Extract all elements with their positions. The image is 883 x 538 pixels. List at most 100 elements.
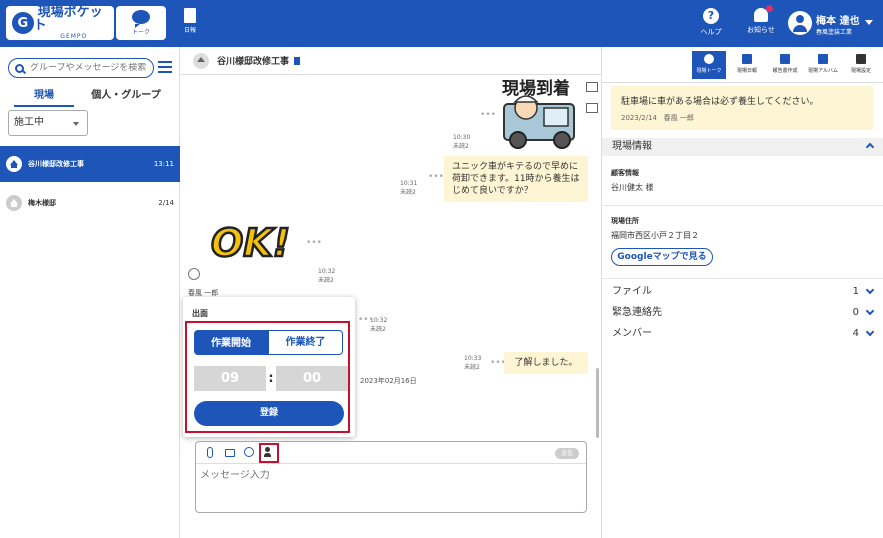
message-meta: 10:32 未読2 (318, 268, 336, 284)
work-start-button[interactable]: 作業開始 (194, 330, 268, 355)
tab-settings[interactable]: 現場設定 (844, 51, 878, 74)
avatar[interactable] (188, 268, 200, 280)
message-menu-icon[interactable]: ••• (428, 172, 444, 182)
date-divider: 2023年02月16日 (360, 377, 417, 385)
message-bubble: 了解しました。 (504, 352, 588, 374)
divider (601, 205, 883, 206)
chat-bubble-icon (132, 10, 150, 28)
user-menu-caret-icon[interactable] (865, 20, 873, 25)
popup-title: 出面 (192, 309, 208, 318)
search-input[interactable] (30, 63, 150, 73)
send-button[interactable]: 送信 (555, 448, 579, 459)
site-info-title: 現場情報 (612, 141, 652, 152)
help-label: ヘルプ (700, 28, 722, 36)
image-icon[interactable] (586, 82, 598, 92)
emoji-icon[interactable] (244, 447, 254, 457)
tab-report-create[interactable]: 報告書作成 (768, 51, 802, 74)
files-row[interactable]: ファイル 1 (601, 282, 883, 302)
list-item-name: 梅木様邸 (28, 199, 56, 207)
message-menu-icon[interactable]: ••• (306, 238, 322, 248)
notification-button[interactable]: お知らせ (744, 5, 778, 35)
message-menu-icon[interactable]: ••• (358, 315, 374, 325)
tab-album[interactable]: 現場アルバム (806, 51, 840, 74)
chat-header: 谷川様邸改修工事 (181, 47, 601, 75)
chevron-down-icon (73, 122, 79, 126)
chat-title: 谷川様邸改修工事 (217, 57, 290, 67)
menu-icon[interactable] (158, 61, 172, 76)
customer-info: 顧客情報 谷川健太 様 (611, 168, 654, 193)
chevron-down-icon (865, 306, 875, 316)
house-icon (6, 195, 22, 211)
chat-bubble-icon (704, 54, 714, 64)
site-address: 現場住所 福岡市西区小戸２丁目２ (611, 216, 699, 241)
minute-input[interactable]: 00 (276, 366, 348, 391)
status-filter-select[interactable]: 施工中 (8, 110, 88, 136)
google-map-button[interactable]: Googleマップで見る (611, 248, 713, 266)
nav-nippo-label: 日報 (183, 27, 196, 34)
daily-report-icon (742, 54, 752, 64)
attachment-icon[interactable] (207, 447, 213, 458)
site-info-header[interactable]: 現場情報 (601, 138, 883, 156)
scrollbar[interactable] (596, 368, 599, 438)
row-count: 1 (852, 286, 859, 297)
app-logo[interactable]: G 現場ポケット GEMPO (6, 6, 114, 40)
register-button[interactable]: 登録 (194, 401, 344, 426)
house-icon (193, 52, 209, 69)
logo-text: 現場ポケット (33, 5, 103, 33)
report-icon (780, 54, 790, 64)
pinned-notice[interactable]: 駐車場に車がある場合は必ず養生してください。 2023/2/14 春風 一郎 (611, 86, 873, 130)
row-label: 緊急連絡先 (612, 307, 662, 318)
list-item[interactable]: 谷川様邸改修工事 13:11 (0, 146, 180, 182)
nav-talk-tab[interactable]: トーク (116, 6, 166, 40)
notification-badge (766, 5, 773, 12)
tab-genba-nippo[interactable]: 現場日報 (730, 51, 764, 74)
user-name[interactable]: 梅本 達也 (816, 12, 859, 27)
composer-toolbar (196, 442, 586, 464)
daily-report-icon (184, 8, 196, 23)
tab-genba[interactable]: 現場 (14, 86, 74, 107)
emergency-contact-row[interactable]: 緊急連絡先 0 (601, 303, 883, 323)
image-icon[interactable] (225, 449, 235, 457)
house-icon (6, 156, 22, 172)
message-input[interactable] (200, 470, 570, 481)
user-avatar[interactable] (788, 11, 812, 35)
customer-value: 谷川健太 様 (611, 183, 654, 192)
address-label: 現場住所 (611, 217, 639, 225)
image-icon[interactable] (586, 103, 598, 113)
status-filter-value: 施工中 (14, 117, 44, 128)
list-item-time: 2/14 (158, 199, 174, 207)
logo-g-icon: G (12, 12, 34, 34)
time-colon: : (268, 371, 274, 386)
user-company: 春風塗装工業 (816, 29, 853, 36)
list-item[interactable]: 梅木様邸 2/14 (0, 188, 180, 218)
row-count: 4 (852, 328, 859, 339)
tab-genba-talk[interactable]: 現場トーク (692, 51, 726, 79)
search-box[interactable] (8, 58, 154, 78)
list-item-time: 13:11 (153, 160, 174, 168)
ok-stamp: OK! (210, 220, 292, 262)
nav-talk-label: トーク (131, 29, 150, 36)
document-icon[interactable] (294, 56, 301, 65)
hour-input[interactable]: 09 (194, 366, 266, 391)
work-end-button[interactable]: 作業終了 (268, 330, 343, 355)
customer-label: 顧客情報 (611, 169, 639, 177)
row-count: 0 (852, 307, 859, 318)
highlight-frame (259, 443, 279, 463)
right-panel-tabs: 現場トーク 現場日報 報告書作成 現場アルバム 現場設定 (601, 47, 883, 83)
help-button[interactable]: ? ヘルプ (696, 8, 726, 37)
stamp-ok-text: OK! (211, 221, 290, 262)
gear-icon (856, 54, 866, 64)
logo-subtext: GEMPO (60, 33, 88, 40)
message-menu-icon[interactable]: ••• (480, 110, 496, 120)
logo-text-wrap: 現場ポケット GEMPO (34, 6, 114, 40)
stamp-arrival-text: 現場到着 (502, 78, 570, 99)
help-icon: ? (703, 8, 719, 24)
message-bubble: ユニック車がキテるので早めに荷卸できます。11時から養生はじめて良いですか？ (444, 156, 588, 202)
tab-kojin-group[interactable]: 個人・グループ (90, 86, 162, 101)
message-meta: 10:30 未読2 (453, 134, 471, 150)
message-meta: 10:33 未読2 (464, 355, 482, 371)
nav-nippo-tab[interactable]: 日報 (180, 8, 200, 38)
members-row[interactable]: メンバー 4 (601, 324, 883, 344)
chevron-down-icon (865, 285, 875, 295)
list-item-name: 谷川様邸改修工事 (28, 160, 84, 168)
